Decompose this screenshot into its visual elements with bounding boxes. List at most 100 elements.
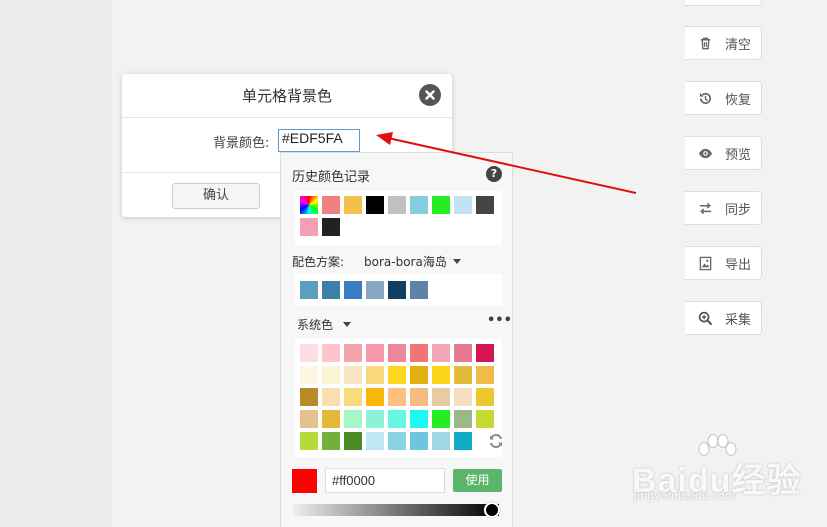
color-swatch[interactable] [300, 410, 318, 428]
color-swatch[interactable] [322, 366, 340, 384]
color-swatch[interactable] [344, 366, 362, 384]
slider-handle[interactable] [484, 502, 500, 518]
background-color-input[interactable]: #EDF5FA [278, 129, 360, 152]
color-swatch[interactable] [366, 388, 384, 406]
color-swatch[interactable] [300, 344, 318, 362]
dialog-title: 单元格背景色 [122, 74, 452, 118]
color-swatch[interactable] [432, 432, 450, 450]
color-swatch[interactable] [410, 281, 428, 299]
color-swatch[interactable] [432, 196, 450, 214]
image-export-icon [697, 255, 713, 271]
color-swatch[interactable] [410, 432, 428, 450]
color-swatch[interactable] [454, 344, 472, 362]
color-swatch[interactable] [300, 218, 318, 236]
baidu-watermark: Baidu经验 jingyan.baidu.com [630, 433, 820, 513]
export-button[interactable]: 导出 [685, 246, 762, 280]
color-swatch[interactable] [454, 410, 472, 428]
color-swatch[interactable] [476, 388, 494, 406]
color-swatch[interactable] [410, 344, 428, 362]
color-swatch[interactable] [300, 388, 318, 406]
color-swatch[interactable] [410, 366, 428, 384]
color-swatch[interactable] [454, 196, 472, 214]
watermark-url: jingyan.baidu.com [634, 489, 736, 502]
color-swatch[interactable] [454, 388, 472, 406]
color-swatch[interactable] [366, 196, 384, 214]
color-swatch[interactable] [366, 281, 384, 299]
history-swatches [295, 191, 502, 245]
restore-label: 恢复 [725, 92, 752, 108]
color-swatch[interactable] [388, 281, 406, 299]
confirm-button[interactable]: 确认 [172, 183, 260, 209]
color-swatch[interactable] [388, 410, 406, 428]
color-swatch[interactable] [322, 432, 340, 450]
help-icon[interactable]: ? [486, 166, 502, 182]
color-swatch[interactable] [344, 344, 362, 362]
use-button[interactable]: 使用 [453, 469, 502, 492]
color-swatch[interactable] [322, 196, 340, 214]
chevron-down-icon[interactable] [343, 322, 351, 327]
color-swatch[interactable] [410, 196, 428, 214]
system-colors-label[interactable]: 系统色 [297, 316, 333, 333]
color-swatch[interactable] [476, 366, 494, 384]
eye-icon [697, 145, 713, 161]
color-swatch[interactable] [300, 281, 318, 299]
opacity-slider[interactable] [293, 504, 499, 516]
color-swatch[interactable] [300, 432, 318, 450]
color-swatch[interactable] [476, 196, 494, 214]
refresh-icon[interactable] [487, 432, 505, 450]
color-swatch[interactable] [344, 281, 362, 299]
preview-button[interactable]: 预览 [685, 136, 762, 170]
hex-color-input[interactable]: #ff0000 [325, 468, 445, 493]
color-swatch[interactable] [432, 410, 450, 428]
color-swatch[interactable] [344, 388, 362, 406]
current-color-swatch [292, 469, 317, 493]
color-swatch[interactable] [454, 432, 472, 450]
collect-button[interactable]: 采集 [685, 301, 762, 335]
color-swatch[interactable] [432, 344, 450, 362]
color-swatch[interactable] [388, 432, 406, 450]
more-icon[interactable]: ••• [487, 313, 512, 328]
system-swatches [295, 339, 502, 457]
zoom-in-icon [697, 310, 713, 326]
color-swatch[interactable] [454, 366, 472, 384]
rainbow-swatch[interactable] [300, 196, 318, 214]
color-swatch[interactable] [476, 344, 494, 362]
color-swatch[interactable] [432, 366, 450, 384]
color-swatch[interactable] [388, 366, 406, 384]
color-swatch[interactable] [300, 366, 318, 384]
clear-button[interactable]: 清空 [685, 26, 762, 60]
color-swatch[interactable] [476, 410, 494, 428]
color-swatch[interactable] [322, 388, 340, 406]
color-swatch[interactable] [388, 196, 406, 214]
color-swatch[interactable] [388, 388, 406, 406]
preview-label: 预览 [725, 147, 752, 163]
color-swatch[interactable] [322, 218, 340, 236]
color-picker-panel: 历史颜色记录 ? 配色方案: bora-bora海岛 系统色 ••• #ff00… [280, 152, 513, 527]
color-swatch[interactable] [322, 281, 340, 299]
color-swatch[interactable] [410, 388, 428, 406]
background-color-label: 背景颜色: [213, 136, 270, 151]
scheme-dropdown[interactable]: bora-bora海岛 [364, 253, 447, 270]
color-swatch[interactable] [366, 432, 384, 450]
color-swatch[interactable] [344, 432, 362, 450]
chevron-down-icon[interactable] [453, 259, 461, 264]
restore-button[interactable]: 恢复 [685, 81, 762, 115]
export-label: 导出 [725, 257, 752, 273]
color-swatch[interactable] [366, 410, 384, 428]
color-swatch[interactable] [344, 410, 362, 428]
color-swatch[interactable] [322, 410, 340, 428]
left-background [0, 0, 112, 527]
color-swatch[interactable] [344, 196, 362, 214]
history-title: 历史颜色记录 [292, 170, 371, 185]
toolbar-top-stub [685, 0, 762, 6]
color-swatch[interactable] [410, 410, 428, 428]
trash-icon [697, 35, 713, 51]
color-swatch[interactable] [432, 388, 450, 406]
color-swatch[interactable] [366, 344, 384, 362]
color-swatch[interactable] [366, 366, 384, 384]
clear-label: 清空 [725, 37, 752, 53]
color-swatch[interactable] [322, 344, 340, 362]
sync-button[interactable]: 同步 [685, 191, 762, 225]
close-icon[interactable] [419, 84, 441, 106]
color-swatch[interactable] [388, 344, 406, 362]
